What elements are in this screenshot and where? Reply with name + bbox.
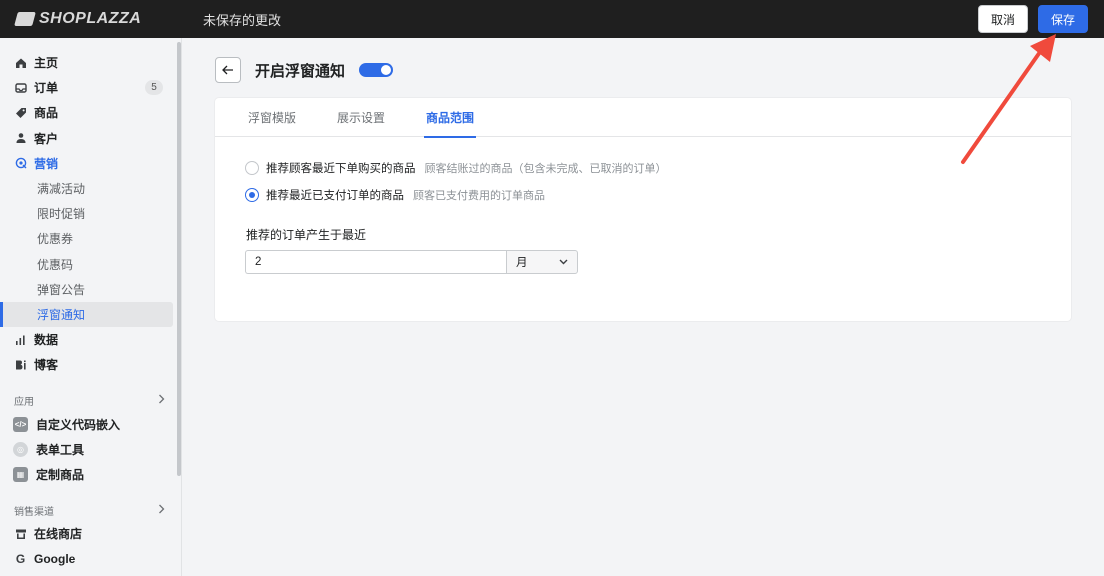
page-title: 开启浮窗通知 (255, 62, 346, 80)
radio-recent-ordered[interactable] (245, 161, 259, 175)
option-recent-ordered[interactable]: 推荐顾客最近下单购买的商品 顾客结账过的商品（包含未完成、已取消的订单） (245, 160, 1071, 176)
channels-section-header[interactable]: 销售渠道 (0, 499, 181, 521)
tag-icon (14, 106, 27, 119)
option-description: 顾客已支付费用的订单商品 (413, 190, 545, 202)
home-icon (14, 56, 27, 69)
blog-icon (14, 358, 27, 371)
order-period-input[interactable] (245, 250, 506, 274)
sidebar-item-label: 博客 (34, 358, 59, 373)
sidebar-item-orders[interactable]: 订单 5 (0, 75, 181, 100)
sidebar-item-label: 数据 (34, 333, 59, 348)
sidebar-item-label: 客户 (34, 131, 59, 146)
sidebar-app-custom-code[interactable]: </> 自定义代码嵌入 (0, 411, 181, 436)
chevron-right-icon (158, 504, 165, 517)
google-icon: G (15, 551, 26, 566)
radio-recent-paid[interactable] (245, 188, 259, 202)
form-icon: ◎ (13, 441, 28, 457)
sidebar-item-label: 定制商品 (36, 467, 85, 482)
sidebar: 主页 订单 5 商品 客户 营销 满减活动 限时促销 优惠券 优惠码 弹窗公告 … (0, 38, 182, 576)
sidebar-item-label: Google (34, 551, 76, 566)
person-icon (14, 132, 27, 145)
target-icon (14, 157, 27, 170)
sidebar-app-custom-product[interactable]: ▦ 定制商品 (0, 462, 181, 487)
unsaved-changes-text: 未保存的更改 (203, 12, 282, 28)
sidebar-subitem-discount-codes[interactable]: 优惠码 (0, 252, 173, 277)
settings-tabs: 浮窗模版 展示设置 商品范围 (215, 98, 1071, 138)
tab-template[interactable]: 浮窗模版 (248, 98, 296, 137)
custom-product-icon: ▦ (13, 466, 28, 482)
period-unit-value: 月 (516, 257, 528, 269)
settings-card: 浮窗模版 展示设置 商品范围 推荐顾客最近下单购买的商品 顾客结账过的商品（包含… (215, 98, 1071, 321)
sidebar-item-analytics[interactable]: 数据 (0, 327, 181, 352)
orders-count-badge: 5 (145, 80, 163, 96)
enable-toggle[interactable] (359, 63, 394, 77)
main-content: 开启浮窗通知 浮窗模版 展示设置 商品范围 推荐顾客最近下单购买的商品 顾客结账… (183, 38, 1104, 576)
tab-product-scope[interactable]: 商品范围 (424, 98, 477, 138)
sidebar-nav: 主页 订单 5 商品 客户 营销 满减活动 限时促销 优惠券 优惠码 弹窗公告 … (0, 38, 181, 571)
sidebar-subitem-full-reduction[interactable]: 满减活动 (0, 176, 173, 201)
option-recent-paid[interactable]: 推荐最近已支付订单的商品 顾客已支付费用的订单商品 (245, 187, 1071, 203)
sidebar-item-label: 在线商店 (34, 527, 83, 542)
store-icon (14, 527, 27, 540)
sidebar-subitem-popup-announcement[interactable]: 弹窗公告 (0, 277, 173, 302)
sidebar-item-label: 商品 (34, 106, 59, 121)
apps-heading: 应用 (14, 396, 34, 408)
sidebar-item-label: 表单工具 (36, 442, 85, 457)
back-button[interactable] (215, 57, 241, 83)
logo-text: SHOPLAZZA (39, 10, 142, 27)
arrow-left-icon (222, 65, 233, 75)
toggle-knob (381, 65, 392, 75)
sidebar-item-blog[interactable]: 博客 (0, 352, 181, 377)
sidebar-item-customers[interactable]: 客户 (0, 126, 181, 151)
cancel-button[interactable]: 取消 (977, 5, 1028, 33)
sidebar-subitem-floating-notification[interactable]: 浮窗通知 (0, 301, 173, 328)
sidebar-item-label: 订单 (34, 81, 59, 96)
tab-display-settings[interactable]: 展示设置 (337, 98, 385, 137)
order-period-label: 推荐的订单产生于最近 (246, 228, 367, 242)
chevron-right-icon (158, 394, 165, 407)
option-label: 推荐顾客最近下单购买的商品 (266, 163, 416, 175)
channels-heading: 销售渠道 (14, 506, 54, 518)
sidebar-item-label: 自定义代码嵌入 (36, 417, 121, 432)
top-bar: SHOPLAZZA 未保存的更改 取消 保存 (0, 0, 1104, 38)
sidebar-item-label: 营销 (34, 156, 59, 171)
sidebar-item-label: 主页 (34, 56, 59, 71)
option-label: 推荐最近已支付订单的商品 (266, 190, 404, 202)
recommend-options: 推荐顾客最近下单购买的商品 顾客结账过的商品（包含未完成、已取消的订单） 推荐最… (215, 137, 1071, 203)
sidebar-app-form-tool[interactable]: ◎ 表单工具 (0, 437, 181, 462)
sidebar-subitem-coupons[interactable]: 优惠券 (0, 226, 173, 251)
topbar-actions: 取消 保存 (977, 5, 1088, 33)
sidebar-item-home[interactable]: 主页 (0, 50, 181, 75)
sidebar-subitem-flash-sale[interactable]: 限时促销 (0, 201, 173, 226)
chevron-down-icon (559, 257, 568, 267)
sidebar-item-products[interactable]: 商品 (0, 100, 181, 125)
bar-chart-icon (14, 333, 27, 346)
shoplazza-logo[interactable]: SHOPLAZZA (0, 10, 182, 28)
order-period-field: 月 (245, 250, 1071, 274)
period-unit-select[interactable]: 月 (506, 250, 578, 274)
option-description: 顾客结账过的商品（包含未完成、已取消的订单） (424, 163, 667, 175)
sidebar-item-marketing[interactable]: 营销 (0, 151, 181, 176)
save-button[interactable]: 保存 (1037, 5, 1088, 33)
inbox-icon (14, 81, 27, 94)
apps-section-header[interactable]: 应用 (0, 389, 181, 411)
sidebar-channel-google[interactable]: G Google (0, 546, 181, 571)
sidebar-channel-online-store[interactable]: 在线商店 (0, 521, 181, 546)
logo-mark-icon (14, 12, 36, 26)
page-header: 开启浮窗通知 (215, 57, 394, 83)
code-icon: </> (13, 416, 28, 432)
